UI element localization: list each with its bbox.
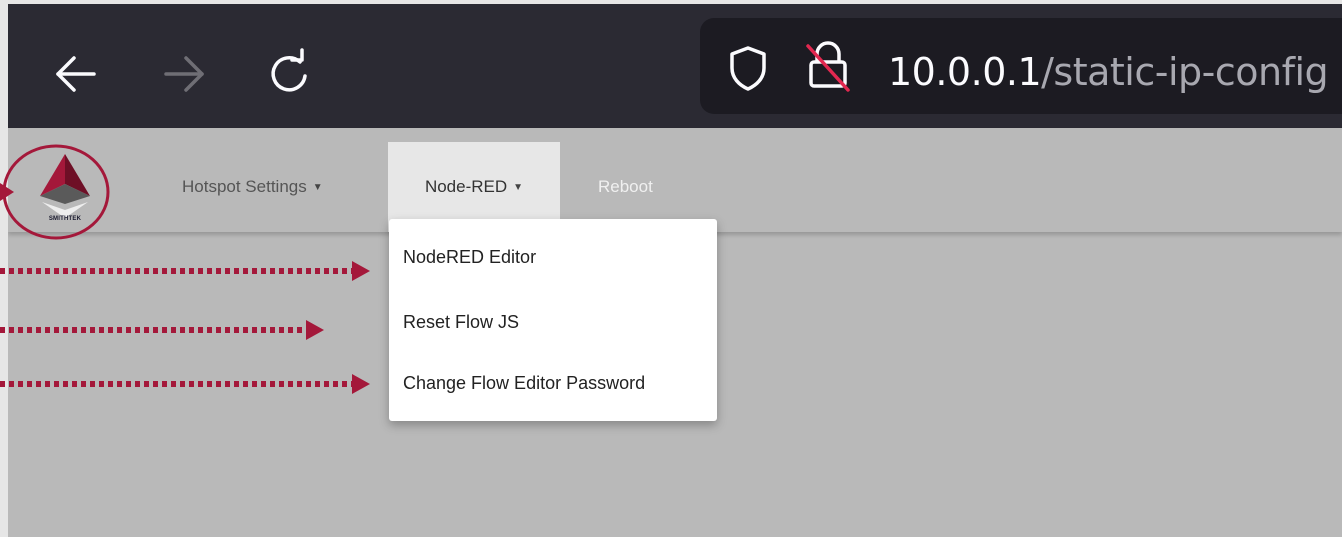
annotation-arrow-change-password: [0, 374, 370, 394]
annotation-arrow-logo: [0, 183, 14, 201]
annotation-circle: [2, 144, 110, 240]
annotation-arrow-nodered-editor: [0, 261, 370, 281]
annotation-overlay: [0, 144, 370, 394]
annotation-arrow-reset-flow-js: [0, 320, 324, 340]
